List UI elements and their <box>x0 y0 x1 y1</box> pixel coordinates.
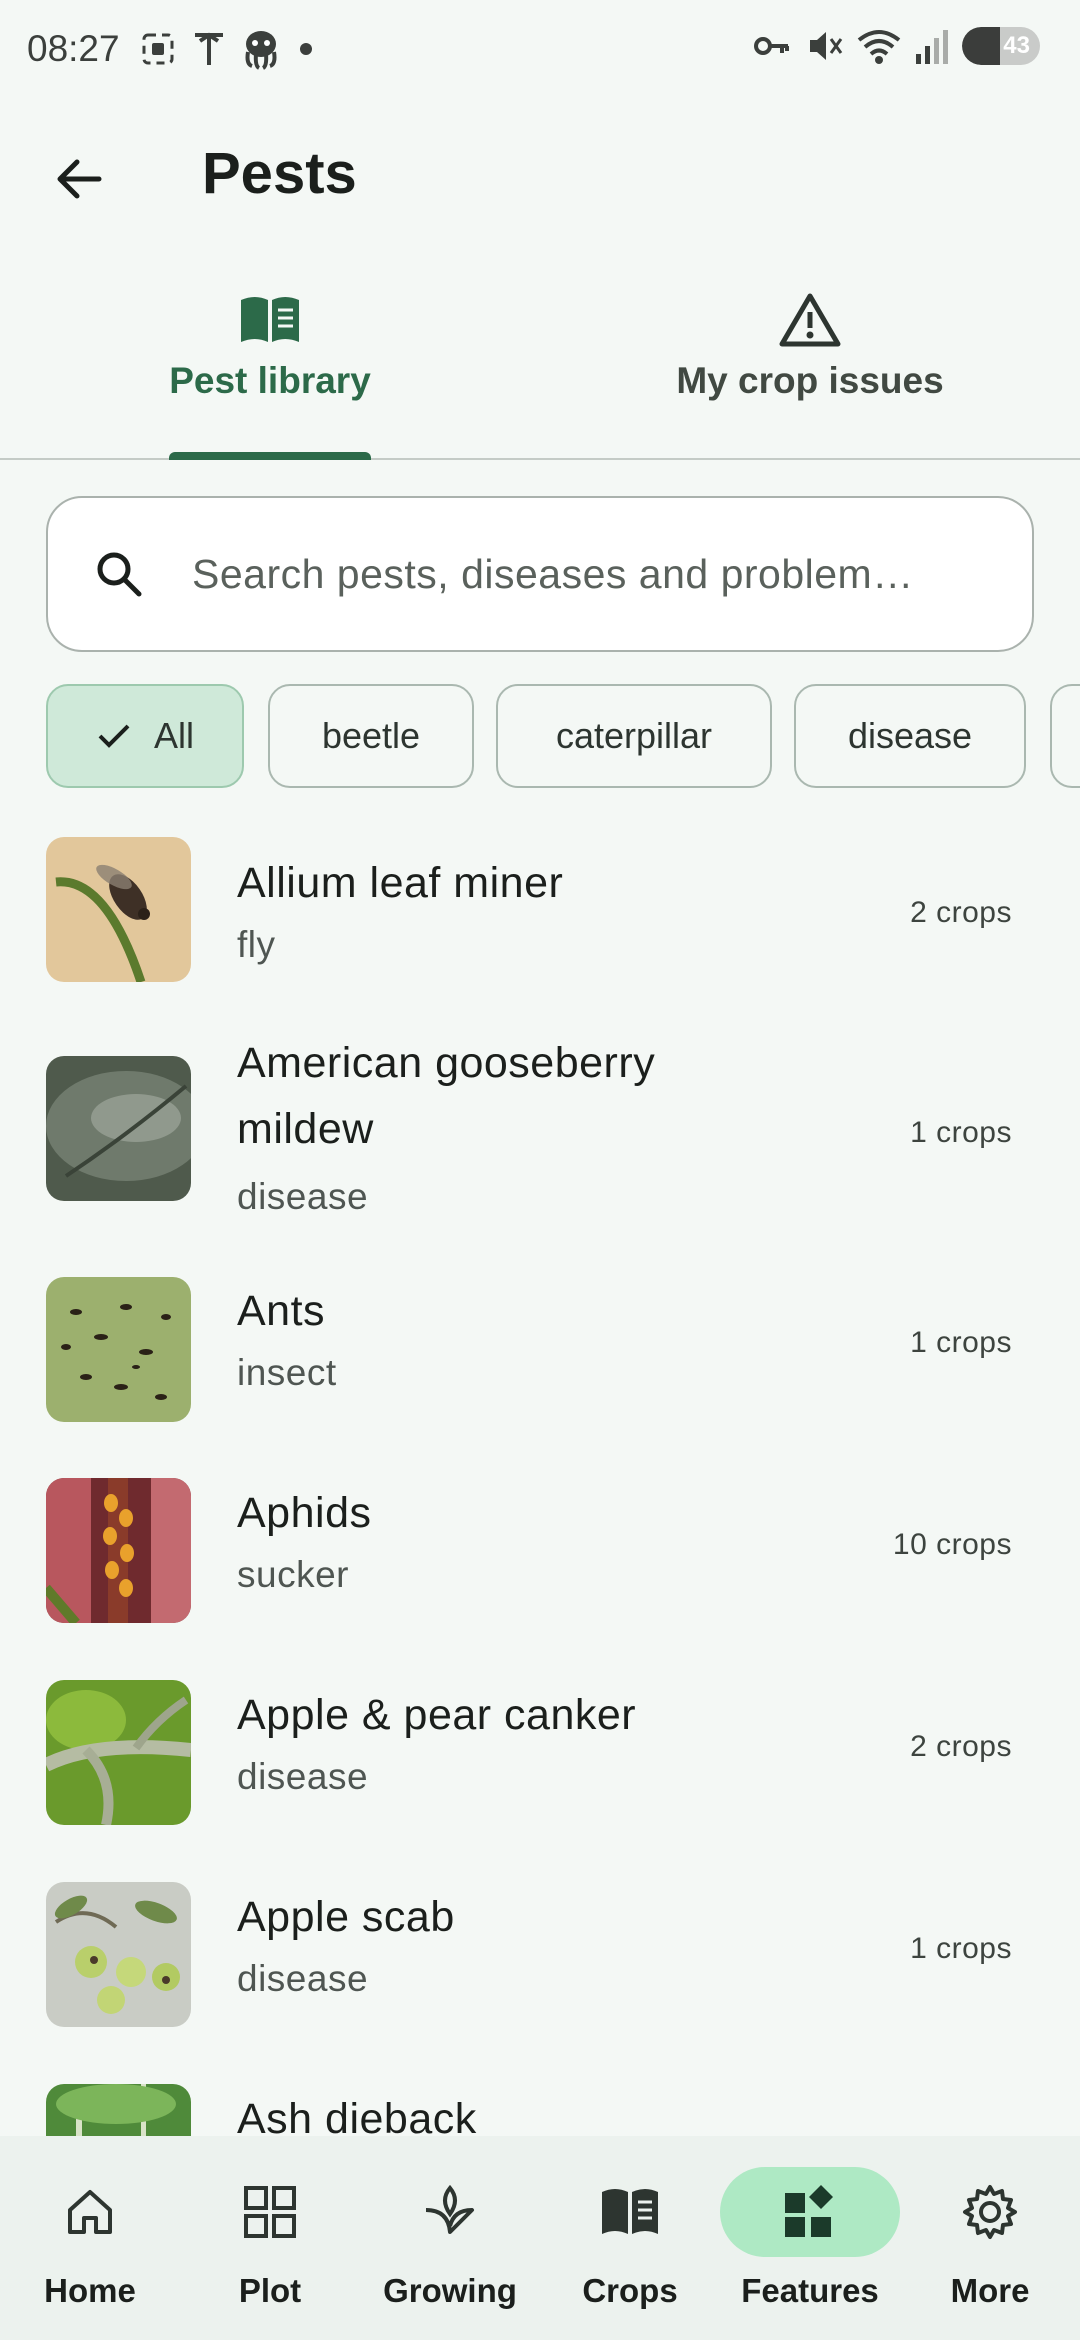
pest-thumbnail <box>46 1056 191 1201</box>
nav-label: Crops <box>582 2272 678 2309</box>
list-item[interactable]: American gooseberry mildew disease 1 cro… <box>0 1018 1080 1240</box>
wifi-icon <box>857 30 901 64</box>
signal-icon <box>916 30 948 64</box>
pest-thumbnail <box>46 2084 191 2136</box>
tab-label: Pest library <box>169 360 371 401</box>
pest-name: Ash dieback <box>237 2095 477 2136</box>
nav-label: Plot <box>238 2272 302 2309</box>
book-icon <box>602 2189 658 2234</box>
pest-list: Allium leaf miner fly 2 crops American g… <box>0 820 1080 2136</box>
pest-type: disease <box>237 1756 369 1797</box>
book-icon <box>241 297 299 342</box>
chip-label: caterpillar <box>555 715 713 756</box>
check-icon <box>98 724 130 748</box>
pest-name-line-2: mildew <box>237 1105 374 1153</box>
sprout-icon <box>425 2184 474 2234</box>
mute-icon <box>810 32 843 60</box>
pest-thumbnail <box>46 1882 191 2027</box>
pest-type: insect <box>237 1352 337 1393</box>
list-item[interactable]: Aphids sucker 10 crops <box>0 1440 1080 1640</box>
nav-label: Growing <box>383 2272 517 2309</box>
pest-crop-count: 1 crops <box>910 1116 1012 1149</box>
pest-type: disease <box>237 1958 369 1999</box>
nav-label: Home <box>44 2272 136 2309</box>
tab-bar: Pest library My crop issues <box>0 280 1080 460</box>
chip-beetle[interactable]: beetle <box>268 684 474 788</box>
list-item[interactable]: Apple & pear canker disease 2 crops <box>0 1642 1080 1842</box>
list-item[interactable]: Ash dieback <box>0 2046 1080 2136</box>
pest-thumbnail <box>46 1680 191 1825</box>
back-button[interactable] <box>40 140 118 218</box>
pest-thumbnail <box>46 1277 191 1422</box>
nav-features[interactable]: Features <box>720 2136 900 2340</box>
chip-label: disease <box>847 715 973 756</box>
chip-next-partial[interactable] <box>1050 684 1080 788</box>
filter-chips: All beetle caterpillar disease <box>46 684 1080 790</box>
pest-crop-count: 2 crops <box>910 896 1012 929</box>
battery-level: 43 <box>1003 32 1030 59</box>
pest-crop-count: 2 crops <box>910 1730 1012 1763</box>
chip-all[interactable]: All <box>46 684 244 788</box>
pests-screen: 08:27 43 Pests Pest library My crop issu… <box>0 0 1080 2340</box>
search-icon <box>97 552 142 597</box>
chip-label: beetle <box>321 715 421 756</box>
nav-more[interactable]: More <box>900 2136 1080 2340</box>
grid-icon <box>244 2186 296 2238</box>
pest-thumbnail <box>46 1478 191 1623</box>
tab-label: My crop issues <box>676 360 944 401</box>
gear-icon <box>963 2185 1017 2239</box>
pest-name: Aphids <box>237 1489 372 1537</box>
chip-disease[interactable]: disease <box>794 684 1026 788</box>
search-placeholder: Search pests, diseases and problem… <box>192 550 914 597</box>
list-item[interactable]: Allium leaf miner fly 2 crops <box>0 820 1080 1016</box>
pest-name: Ants <box>237 1287 326 1335</box>
nav-crops[interactable]: Crops <box>540 2136 720 2340</box>
status-left-icons <box>138 28 316 70</box>
tab-pest-library[interactable]: Pest library <box>100 280 440 460</box>
pest-type: sucker <box>237 1554 349 1595</box>
nav-growing[interactable]: Growing <box>360 2136 540 2340</box>
octopus-icon <box>245 31 277 70</box>
vpn-key-icon <box>754 37 789 55</box>
active-tab-indicator <box>169 452 371 460</box>
tab-my-crop-issues[interactable]: My crop issues <box>640 280 980 460</box>
pest-name: Apple & pear canker <box>237 1691 637 1739</box>
pest-type: disease <box>237 1176 369 1217</box>
active-nav-pill <box>720 2167 900 2257</box>
chip-caterpillar[interactable]: caterpillar <box>496 684 772 788</box>
antenna-icon <box>195 32 223 65</box>
warning-triangle-icon <box>779 293 841 347</box>
screenshot-icon <box>142 33 174 65</box>
status-right-icons: 43 <box>752 26 1040 66</box>
top-app-bar: Pests <box>0 110 1080 240</box>
pest-crop-count: 1 crops <box>910 1326 1012 1359</box>
list-item[interactable]: Ants insect 1 crops <box>0 1242 1080 1438</box>
chip-label: All <box>153 715 194 756</box>
pest-type: fly <box>237 924 276 965</box>
list-item[interactable]: Apple scab disease 1 crops <box>0 1844 1080 2044</box>
pest-thumbnail <box>46 837 191 982</box>
features-icon <box>785 2185 833 2237</box>
arrow-left-icon <box>57 159 102 199</box>
nav-label: More <box>950 2272 1030 2309</box>
status-time: 08:27 <box>27 28 120 69</box>
nav-label: Features <box>741 2272 879 2309</box>
pest-crop-count: 10 crops <box>892 1528 1012 1561</box>
page-title: Pests <box>202 141 357 206</box>
battery-indicator: 43 <box>962 27 1040 65</box>
nav-home[interactable]: Home <box>0 2136 180 2340</box>
notification-dot-icon <box>300 43 312 55</box>
home-icon <box>68 2190 112 2234</box>
nav-plot[interactable]: Plot <box>180 2136 360 2340</box>
pest-name: Allium leaf miner <box>237 859 564 907</box>
pest-name: Apple scab <box>237 1893 455 1941</box>
bottom-navigation: Home Plot Growing Crops Features More <box>0 2136 1080 2340</box>
status-bar: 08:27 43 <box>0 0 1080 100</box>
pest-name-line-1: American gooseberry <box>237 1039 656 1087</box>
pest-crop-count: 1 crops <box>910 1932 1012 1965</box>
search-input[interactable]: Search pests, diseases and problem… <box>46 496 1034 652</box>
